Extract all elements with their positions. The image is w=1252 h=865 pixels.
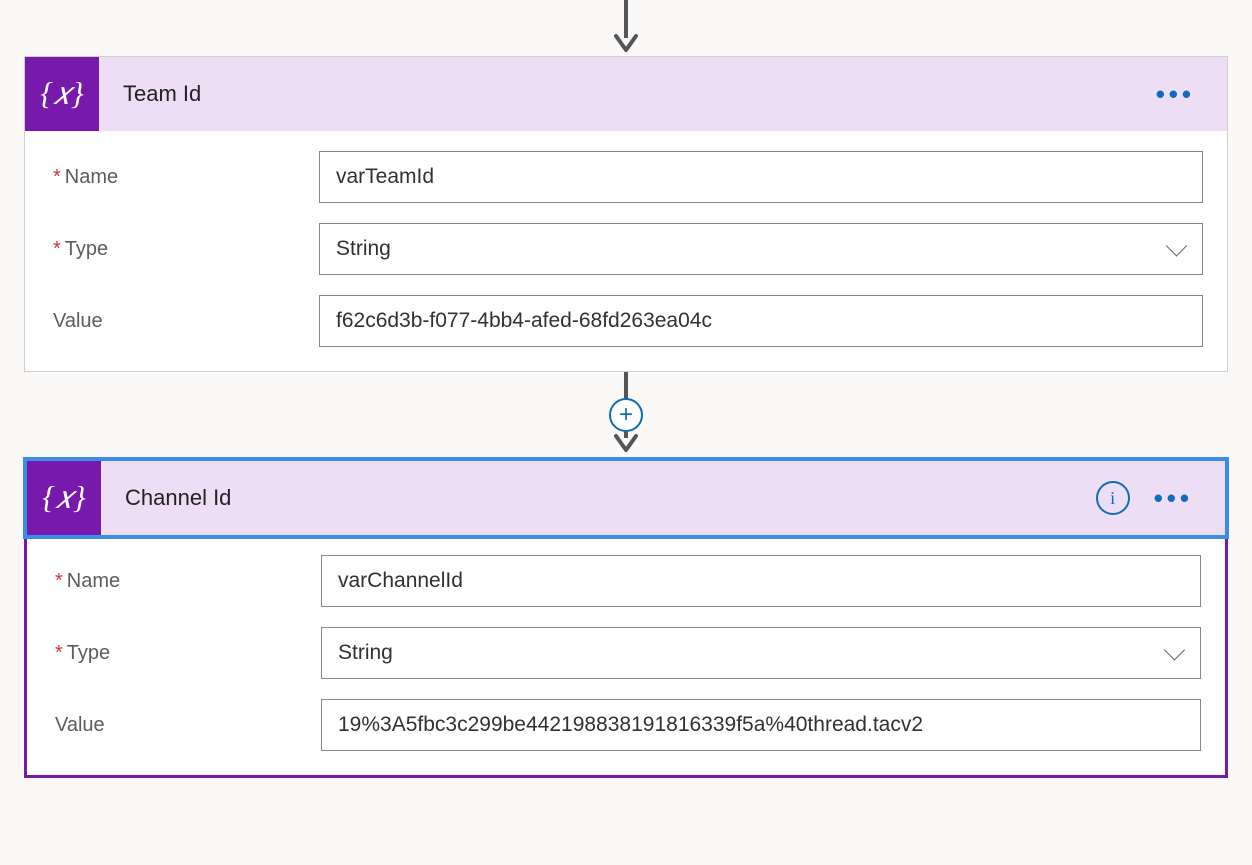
name-input[interactable]: varChannelId	[321, 555, 1201, 607]
value-input[interactable]: 19%3A5fbc3c299be44219883819181­6339f5a%4…	[321, 699, 1201, 751]
field-label-value: Value	[51, 714, 321, 737]
field-label-name: Name	[51, 570, 321, 593]
card-title: Channel Id	[101, 485, 1096, 511]
type-select[interactable]: String	[321, 627, 1201, 679]
card-menu-button[interactable]: •••	[1156, 81, 1195, 107]
variable-icon: {𝑥}	[25, 57, 99, 131]
card-menu-button[interactable]: •••	[1154, 485, 1193, 511]
variable-icon: {𝑥}	[27, 461, 101, 535]
field-label-value: Value	[49, 310, 319, 333]
plus-icon: +	[619, 401, 633, 429]
card-body: Name varTeamId Type String Value f62c6d3…	[25, 131, 1227, 371]
value-input[interactable]: f62c6d3b-f077-4bb4-afed-68fd263ea04c	[319, 295, 1203, 347]
card-header[interactable]: {𝑥} Team Id •••	[25, 57, 1227, 131]
card-title: Team Id	[99, 81, 1156, 107]
field-label-type: Type	[51, 642, 321, 665]
field-label-type: Type	[49, 238, 319, 261]
card-body: Name varChannelId Type String Value 19%3…	[27, 535, 1225, 775]
action-card-team-id: {𝑥} Team Id ••• Name varTeamId Type Stri…	[24, 56, 1228, 372]
field-label-name: Name	[49, 166, 319, 189]
card-header[interactable]: {𝑥} Channel Id i •••	[27, 461, 1225, 535]
flow-connector: +	[0, 372, 1252, 458]
info-icon: i	[1110, 488, 1115, 509]
type-select[interactable]: String	[319, 223, 1203, 275]
flow-arrow-top	[0, 0, 1252, 56]
name-input[interactable]: varTeamId	[319, 151, 1203, 203]
action-card-channel-id: {𝑥} Channel Id i ••• Name varChannelId T…	[24, 458, 1228, 778]
info-button[interactable]: i	[1096, 481, 1130, 515]
add-step-button[interactable]: +	[609, 398, 643, 432]
